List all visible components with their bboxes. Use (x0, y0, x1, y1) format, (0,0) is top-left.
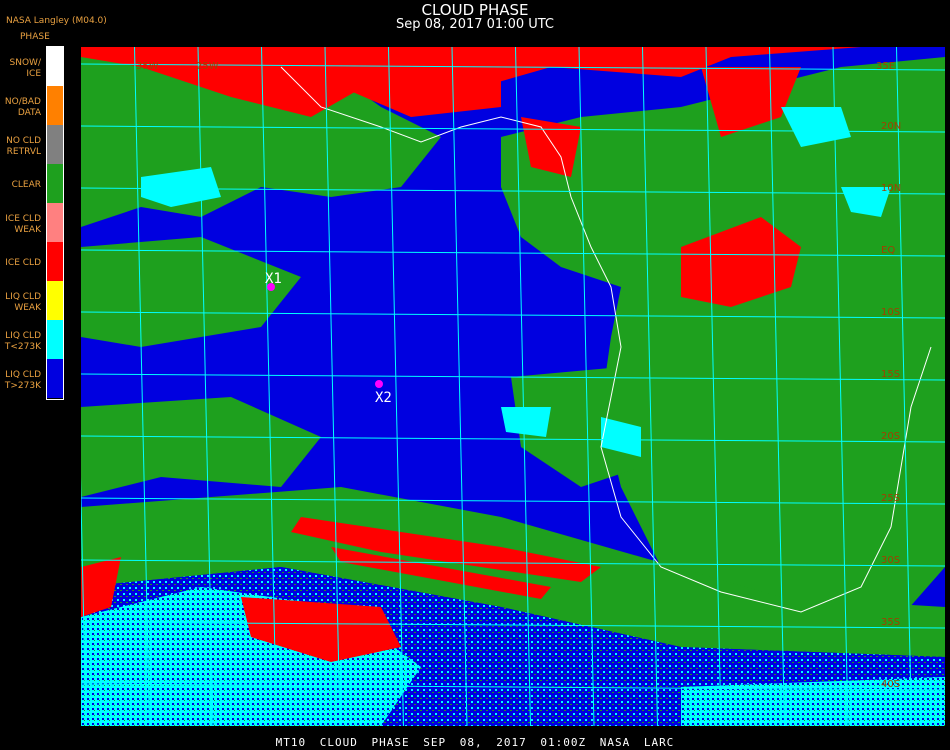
legend-swatch (47, 47, 63, 86)
legend-swatch (47, 203, 63, 242)
legend-swatch (47, 320, 63, 359)
marker-x1-label: X1 (265, 271, 282, 287)
latitude-label: 10S (881, 307, 900, 318)
longitude-label: 35E (876, 61, 895, 72)
latitude-label: 20N (881, 121, 901, 132)
latitude-label: 15S (881, 369, 900, 380)
legend-swatch (47, 125, 63, 164)
cloud-phase-map: 35W 25W 35E 20N 10N EQ 10S 15S 20S 25S 30S 35S 40S X… (81, 47, 945, 726)
latitude-label: 35S (881, 617, 900, 628)
latitude-label: EQ (881, 245, 895, 256)
footer-caption: MT10 CLOUD PHASE SEP 08, 2017 01:00Z NAS… (275, 736, 675, 749)
legend-label: NO CLD RETRVL (6, 136, 41, 157)
legend-label: LIQ CLD T<273K (4, 331, 41, 352)
map-timestamp: Sep 08, 2017 01:00 UTC (395, 17, 555, 32)
legend-swatch (47, 242, 63, 281)
map-canvas: 35W 25W 35E 20N 10N EQ 10S 15S 20S 25S 30S 35S 40S X… (81, 47, 945, 726)
longitude-label: 35W (136, 61, 159, 72)
provider-label: NASA Langley (M04.0) (6, 16, 107, 26)
legend-heading: PHASE (20, 32, 50, 42)
legend-label: CLEAR (11, 180, 41, 190)
phase-legend-bar (46, 46, 64, 400)
legend-label: NO/BAD DATA (4, 97, 41, 118)
map-title: CLOUD PHASE (421, 1, 529, 19)
legend-label: ICE CLD WEAK (5, 214, 41, 235)
legend-swatch (47, 281, 63, 320)
legend-swatch (47, 164, 63, 203)
marker-x2-label: X2 (375, 390, 392, 406)
legend-swatch (47, 86, 63, 125)
latitude-label: 20S (881, 431, 900, 442)
latitude-label: 10N (881, 183, 901, 194)
legend-swatch (47, 359, 63, 398)
marker-x2-dot (375, 380, 383, 388)
latitude-label: 30S (881, 555, 900, 566)
longitude-label: 25W (196, 61, 219, 72)
legend-label: ICE CLD (5, 258, 41, 268)
legend-label: SNOW/ ICE (9, 58, 41, 79)
legend-label: LIQ CLD WEAK (5, 292, 41, 313)
latitude-label: 25S (881, 493, 900, 504)
legend-label: LIQ CLD T>273K (4, 370, 41, 391)
latitude-label: 40S (881, 679, 900, 690)
